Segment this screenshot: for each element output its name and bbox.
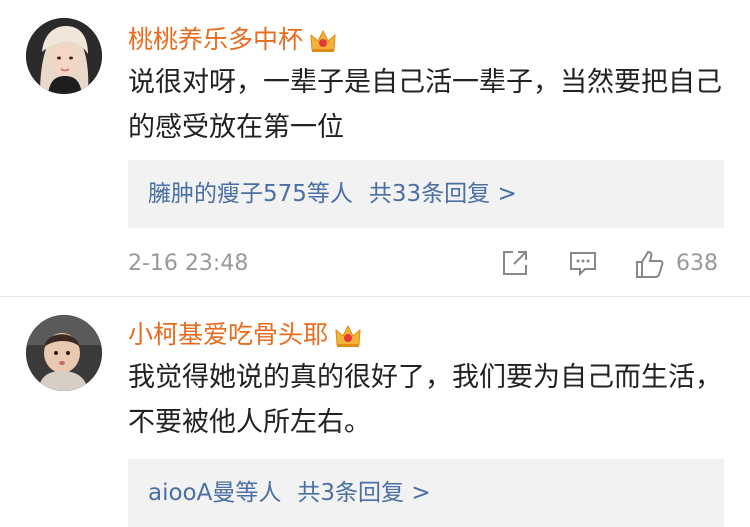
username-label: 桃桃养乐多中杯 <box>128 25 304 54</box>
avatar[interactable] <box>26 18 102 94</box>
comment-item: 桃桃养乐多中杯 说很对呀，一辈子是自己活一辈子，当然要把自己的感受放在第一位 臃… <box>0 0 750 296</box>
reply-preview[interactable]: aiooA曼等人 共3条回复 > <box>128 459 724 527</box>
like-button[interactable]: 638 <box>634 248 718 280</box>
comment-footer: 2-16 23:48 638 <box>128 248 728 280</box>
share-icon <box>503 251 527 275</box>
share-button[interactable] <box>500 248 530 280</box>
timestamp: 2-16 23:48 <box>128 251 249 276</box>
crown-icon <box>334 323 362 355</box>
reply-users: aiooA曼等人 <box>148 480 282 506</box>
thumbs-up-icon <box>636 250 664 278</box>
like-count: 638 <box>676 251 718 276</box>
comment-icon <box>570 252 596 277</box>
reply-preview[interactable]: 臃肿的瘦子575等人 共33条回复 > <box>128 160 724 228</box>
avatar[interactable] <box>26 315 102 391</box>
reply-count-link[interactable]: 共33条回复 > <box>369 181 517 207</box>
comment-button[interactable] <box>568 248 598 280</box>
crown-icon <box>309 28 337 60</box>
username[interactable]: 小柯基爱吃骨头耶 <box>128 315 362 355</box>
reply-users: 臃肿的瘦子575等人 <box>148 181 353 207</box>
reply-count-link[interactable]: 共3条回复 > <box>297 480 430 506</box>
username-label: 小柯基爱吃骨头耶 <box>128 320 329 349</box>
comment-text: 说很对呀，一辈子是自己活一辈子，当然要把自己的感受放在第一位 <box>128 67 722 143</box>
username[interactable]: 桃桃养乐多中杯 <box>128 20 337 60</box>
comment-item: 小柯基爱吃骨头耶 我觉得她说的真的很好了，我们要为自己而生活，不要被他人所左右。… <box>0 297 750 527</box>
comment-text: 我觉得她说的真的很好了，我们要为自己而生活，不要被他人所左右。 <box>128 362 722 438</box>
